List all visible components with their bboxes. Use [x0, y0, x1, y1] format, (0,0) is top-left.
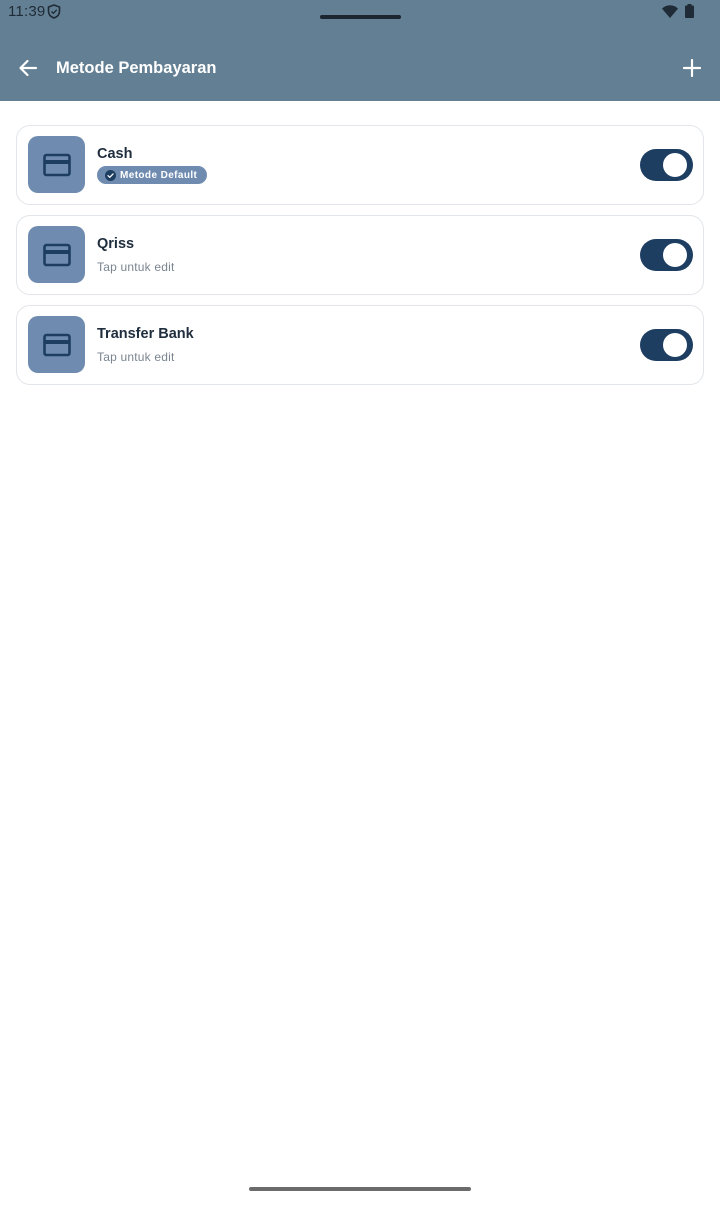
payment-method-list: Cash Metode Default Qriss Tap untuk edit… [16, 125, 704, 395]
home-indicator[interactable] [249, 1187, 471, 1191]
enable-toggle-transfer-bank[interactable] [640, 329, 693, 361]
credit-card-icon [42, 333, 71, 356]
toggle-knob [663, 153, 687, 177]
payment-method-card-qriss[interactable]: Qriss Tap untuk edit [16, 215, 704, 295]
header: 11:39 Metode Pembayaran [0, 0, 720, 101]
card-icon-tile [28, 136, 85, 193]
back-button[interactable] [12, 52, 44, 84]
toggle-knob [663, 243, 687, 267]
enable-toggle-qriss[interactable] [640, 239, 693, 271]
add-payment-method-button[interactable] [676, 52, 708, 84]
page-title: Metode Pembayaran [56, 59, 217, 77]
camera-notch [320, 15, 401, 19]
toggle-knob [663, 333, 687, 357]
card-icon-tile [28, 316, 85, 373]
payment-method-card-transfer-bank[interactable]: Transfer Bank Tap untuk edit [16, 305, 704, 385]
payment-method-name: Cash [97, 146, 133, 162]
wifi-icon [662, 5, 678, 18]
card-icon-tile [28, 226, 85, 283]
app-bar: Metode Pembayaran [0, 28, 720, 101]
payment-method-card-cash[interactable]: Cash Metode Default [16, 125, 704, 205]
plus-icon [683, 59, 701, 77]
enable-toggle-cash[interactable] [640, 149, 693, 181]
arrow-left-icon [19, 59, 38, 77]
payment-method-subtitle: Tap untuk edit [97, 350, 175, 364]
check-circle-icon [105, 169, 116, 181]
credit-card-icon [42, 243, 71, 266]
app-root: 11:39 Metode Pembayaran Cash Metode Defa… [0, 0, 720, 1206]
payment-method-name: Transfer Bank [97, 326, 194, 342]
battery-icon [685, 4, 694, 18]
status-bar: 11:39 [0, 0, 720, 28]
default-method-badge: Metode Default [97, 166, 208, 184]
payment-method-name: Qriss [97, 236, 135, 252]
shield-icon [47, 4, 61, 19]
status-time: 11:39 [8, 3, 46, 20]
badge-label: Metode Default [120, 169, 198, 181]
payment-method-subtitle: Tap untuk edit [97, 260, 175, 274]
credit-card-icon [42, 153, 71, 176]
